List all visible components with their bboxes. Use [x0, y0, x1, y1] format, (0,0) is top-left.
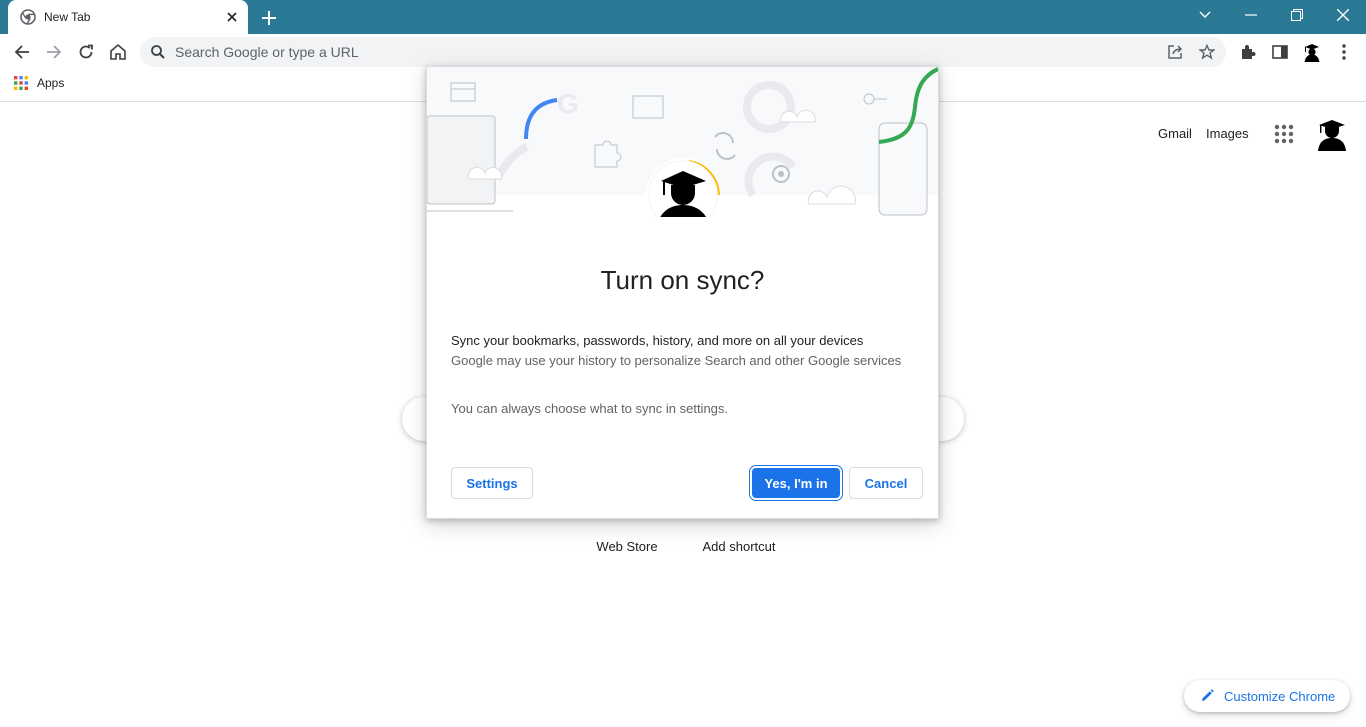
more-menu-icon[interactable]	[1330, 38, 1358, 66]
close-tab-icon[interactable]	[224, 9, 240, 25]
customize-chrome-button[interactable]: Customize Chrome	[1184, 680, 1350, 712]
new-tab-button[interactable]	[258, 7, 280, 29]
settings-button[interactable]: Settings	[451, 467, 533, 499]
customize-label: Customize Chrome	[1224, 688, 1336, 704]
pencil-icon	[1202, 689, 1214, 701]
dialog-title: Turn on sync?	[600, 265, 765, 295]
minimize-icon[interactable]	[1228, 0, 1274, 30]
account-avatar-icon[interactable]	[1316, 117, 1348, 151]
chrome-icon	[20, 9, 36, 25]
toolbar	[0, 34, 1366, 70]
restore-icon[interactable]	[1274, 0, 1320, 30]
reload-icon[interactable]	[72, 38, 100, 66]
shortcut-add[interactable]: Add shortcut	[694, 539, 784, 554]
gmail-link[interactable]: Gmail	[1158, 126, 1192, 141]
title-bar: New Tab	[0, 0, 1366, 34]
search-icon	[151, 45, 165, 59]
home-icon[interactable]	[104, 38, 132, 66]
close-window-icon[interactable]	[1320, 0, 1366, 30]
bookmark-star-icon[interactable]	[1196, 41, 1218, 63]
forward-icon[interactable]	[40, 38, 68, 66]
google-apps-icon[interactable]	[1272, 122, 1296, 146]
share-icon[interactable]	[1164, 41, 1186, 63]
apps-label: Apps	[37, 76, 65, 90]
confirm-sync-button[interactable]: Yes, I'm in	[752, 468, 840, 498]
shortcut-web-store[interactable]: Web Store	[584, 539, 670, 554]
tab-new-tab[interactable]: New Tab	[8, 0, 248, 34]
dialog-personalize-text: Google may use your history to personali…	[451, 353, 902, 368]
images-link[interactable]: Images	[1206, 126, 1249, 141]
sync-dialog: G Turn on sync? Sync your bookmarks, pas…	[426, 66, 939, 519]
tab-search-icon[interactable]	[1182, 0, 1228, 30]
profile-avatar-icon[interactable]	[1298, 38, 1326, 66]
omnibox-input[interactable]	[173, 41, 1133, 63]
bookmark-apps[interactable]: Apps	[14, 76, 64, 90]
tab-title: New Tab	[44, 10, 91, 24]
dialog-sync-description: Sync your bookmarks, passwords, history,…	[451, 333, 864, 348]
apps-grid-icon	[14, 76, 28, 90]
back-icon[interactable]	[8, 38, 36, 66]
sync-illustration: G	[427, 67, 938, 217]
side-panel-icon[interactable]	[1266, 38, 1294, 66]
extensions-icon[interactable]	[1234, 38, 1262, 66]
svg-text:G: G	[557, 88, 579, 119]
dialog-settings-note: You can always choose what to sync in se…	[451, 401, 729, 416]
cancel-button[interactable]: Cancel	[849, 467, 923, 499]
omnibox[interactable]	[140, 37, 1226, 67]
